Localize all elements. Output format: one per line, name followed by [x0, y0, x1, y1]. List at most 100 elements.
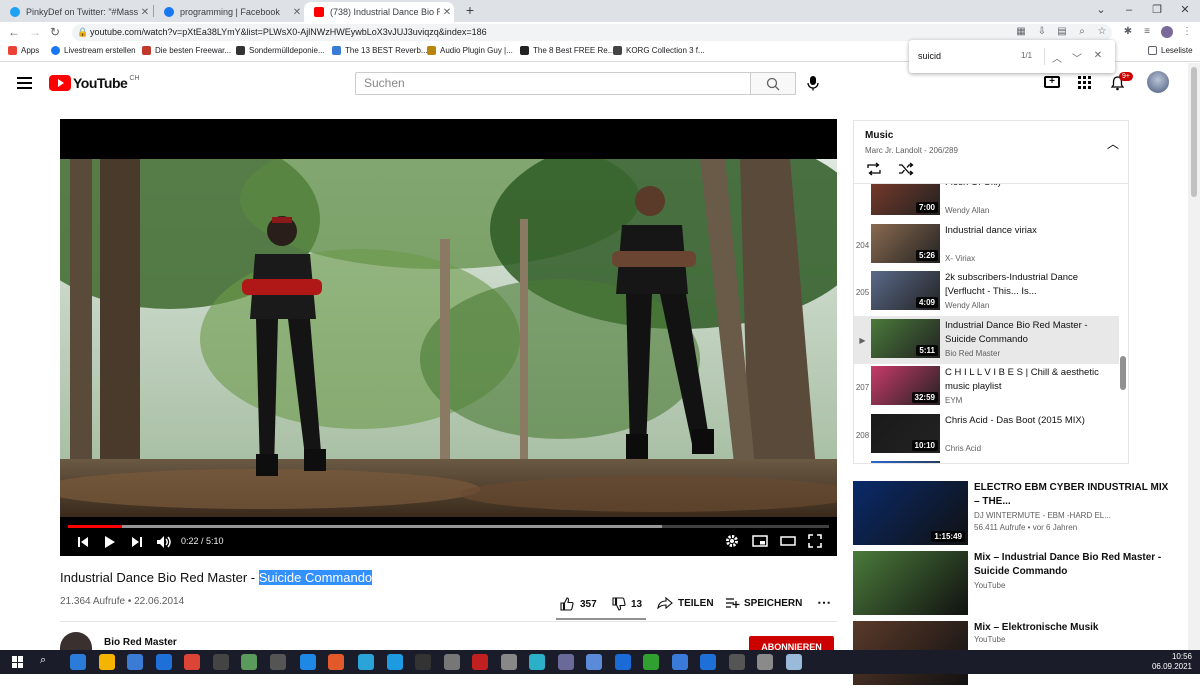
video-player[interactable]: 0:22 / 5:10	[60, 119, 837, 556]
close-icon[interactable]: ✕	[440, 7, 454, 18]
bookmark-freeware[interactable]: Die besten Freewar...	[142, 46, 231, 55]
close-window-button[interactable]: ✕	[1171, 0, 1199, 22]
scrollbar-thumb[interactable]	[1191, 67, 1197, 197]
bookmark-sondermuell[interactable]: Sondermülldeponie...	[236, 46, 325, 55]
taskbar-app-icon[interactable]	[757, 654, 773, 670]
shuffle-icon[interactable]	[898, 162, 914, 176]
new-tab-button[interactable]: +	[456, 0, 484, 22]
collapse-chevron-icon[interactable]: ︿	[1107, 135, 1119, 152]
thumbnail[interactable]: 1:15:49	[853, 481, 968, 545]
media-icon[interactable]: ≡	[1141, 26, 1153, 38]
tab-facebook[interactable]: programming | Facebook ✕	[154, 2, 304, 22]
thumbnail[interactable]: 5:11	[871, 318, 940, 358]
bookmark-apps[interactable]: Apps	[8, 46, 39, 55]
taskbar-app-icon[interactable]	[728, 654, 745, 670]
bookmark-free-re[interactable]: The 8 Best FREE Re...	[520, 46, 614, 55]
playlist-item-title[interactable]: Abstract Vision & Elite Electronic - Alw…	[945, 461, 1113, 463]
taskbar-app-icon[interactable]	[358, 654, 374, 670]
previous-icon[interactable]	[77, 536, 89, 548]
search-button[interactable]	[751, 72, 796, 95]
find-next-icon[interactable]: ﹀	[1071, 50, 1083, 65]
playlist-item[interactable]: 204 5:26 Industrial dance viriax X- Viriax	[854, 221, 1119, 269]
dislike-button[interactable]: 13	[612, 597, 642, 611]
playlist-item-title[interactable]: 2k subscribers-Industrial Dance [Verfluc…	[945, 271, 1113, 299]
playlist-item-title[interactable]: Industrial Dance Bio Red Master - Suicid…	[945, 319, 1113, 347]
find-close-icon[interactable]: ✕	[1092, 50, 1104, 61]
thumbnail[interactable]: 32:59	[871, 366, 940, 405]
taskbar-app-icon[interactable]	[328, 654, 344, 670]
theater-mode-icon[interactable]	[780, 536, 796, 546]
taskbar-app-icon[interactable]	[500, 654, 517, 670]
extensions-icon[interactable]: ✱	[1122, 26, 1134, 38]
microphone-icon[interactable]	[806, 75, 820, 96]
thumbnail[interactable]: 4:09	[871, 271, 940, 310]
taskbar-app-icon[interactable]	[241, 654, 257, 670]
taskbar-app-icon[interactable]	[586, 654, 602, 670]
taskbar-app-icon[interactable]	[443, 654, 460, 670]
thumbnail[interactable]	[871, 461, 940, 463]
tab-search-icon[interactable]: ⌄	[1087, 0, 1115, 22]
miniplayer-icon[interactable]	[752, 535, 768, 547]
taskbar-app-icon[interactable]	[785, 654, 802, 670]
progress-bar[interactable]	[68, 525, 829, 528]
taskbar-app-icon[interactable]	[127, 654, 143, 670]
windows-start-icon[interactable]	[12, 656, 24, 668]
fullscreen-icon[interactable]	[808, 534, 822, 548]
thumbnail[interactable]: 10:10	[871, 413, 940, 453]
recommended-title[interactable]: Mix – Industrial Dance Bio Red Master - …	[974, 551, 1174, 579]
apps-grid-icon[interactable]	[1078, 76, 1091, 89]
avatar[interactable]	[1147, 71, 1169, 93]
playlist-item[interactable]: 208 10:10 Chris Acid - Das Boot (2015 MIX)…	[854, 411, 1119, 459]
close-icon[interactable]: ✕	[138, 7, 152, 18]
search-icon[interactable]: ⌕	[40, 654, 46, 667]
video-frame[interactable]	[60, 159, 837, 517]
taskbar-app-icon[interactable]	[299, 654, 316, 670]
volume-icon[interactable]	[156, 535, 172, 549]
reader-icon[interactable]: ▤	[1056, 26, 1068, 38]
bookmark-reverb[interactable]: The 13 BEST Reverb...	[332, 46, 428, 55]
taskbar-app-icon[interactable]	[386, 654, 403, 670]
taskbar-app-icon[interactable]	[155, 654, 172, 670]
taskbar-app-icon[interactable]	[529, 654, 545, 670]
channel-name[interactable]: Bio Red Master	[104, 637, 177, 648]
playlist-title[interactable]: Music	[865, 130, 893, 141]
taskbar-app-icon[interactable]	[643, 654, 659, 670]
taskbar-app-icon[interactable]	[415, 654, 431, 670]
play-icon[interactable]	[104, 535, 116, 549]
next-icon[interactable]	[131, 536, 143, 548]
tab-youtube[interactable]: (738) Industrial Dance Bio Red M ✕	[304, 2, 454, 22]
qr-icon[interactable]: ▦	[1015, 26, 1027, 38]
playlist-item[interactable]: 205 4:09 2k subscribers-Industrial Dance […	[854, 268, 1119, 316]
playlist-item-title[interactable]: Chris Acid - Das Boot (2015 MIX)	[945, 414, 1113, 428]
hamburger-menu-icon[interactable]	[17, 77, 32, 89]
playlist-item-title[interactable]: C H I L L V I B E S | Chill & aesthetic …	[945, 366, 1113, 394]
playlist-item-current[interactable]: ▶ 5:11 Industrial Dance Bio Red Master - S…	[854, 315, 1119, 364]
loop-icon[interactable]	[866, 162, 882, 176]
playlist-item-title[interactable]: Industrial dance viriax	[945, 224, 1113, 238]
taskbar-app-icon[interactable]	[671, 654, 688, 670]
find-input[interactable]: suicid	[918, 51, 941, 61]
back-arrow-icon[interactable]: ←	[7, 25, 21, 39]
taskbar-app-icon[interactable]	[269, 654, 286, 670]
share-button[interactable]: TEILEN	[657, 597, 714, 609]
recommended-title[interactable]: Mix – Elektronische Musik	[974, 621, 1174, 635]
thumbnail[interactable]	[853, 551, 968, 615]
maximize-button[interactable]: ❐	[1143, 0, 1171, 22]
page-scrollbar[interactable]	[1188, 63, 1200, 650]
recommended-video[interactable]: Mix – Industrial Dance Bio Red Master - …	[853, 551, 1183, 621]
bookmark-livestream[interactable]: Livestream erstellen	[51, 46, 136, 55]
taskbar-app-icon[interactable]	[98, 654, 115, 670]
bookmark-korg[interactable]: KORG Collection 3 f...	[613, 46, 705, 55]
taskbar-app-icon[interactable]	[472, 654, 488, 670]
playlist-item[interactable]: 209Abstract Vision & Elite Electronic - …	[854, 458, 1119, 463]
search-input[interactable]: Suchen	[355, 72, 751, 95]
taskbar-app-icon[interactable]	[184, 654, 200, 670]
like-button[interactable]: 357	[560, 597, 597, 611]
taskbar-app-icon[interactable]	[212, 654, 229, 670]
profile-avatar[interactable]	[1161, 26, 1173, 38]
recommended-title[interactable]: ELECTRO EBM CYBER INDUSTRIAL MIX – THE..…	[974, 481, 1174, 509]
youtube-logo[interactable]: YouTube CH	[49, 75, 139, 91]
more-actions-icon[interactable]: ⋯	[817, 594, 831, 611]
install-icon[interactable]: ⇩	[1036, 26, 1048, 38]
settings-gear-icon[interactable]	[725, 534, 739, 548]
